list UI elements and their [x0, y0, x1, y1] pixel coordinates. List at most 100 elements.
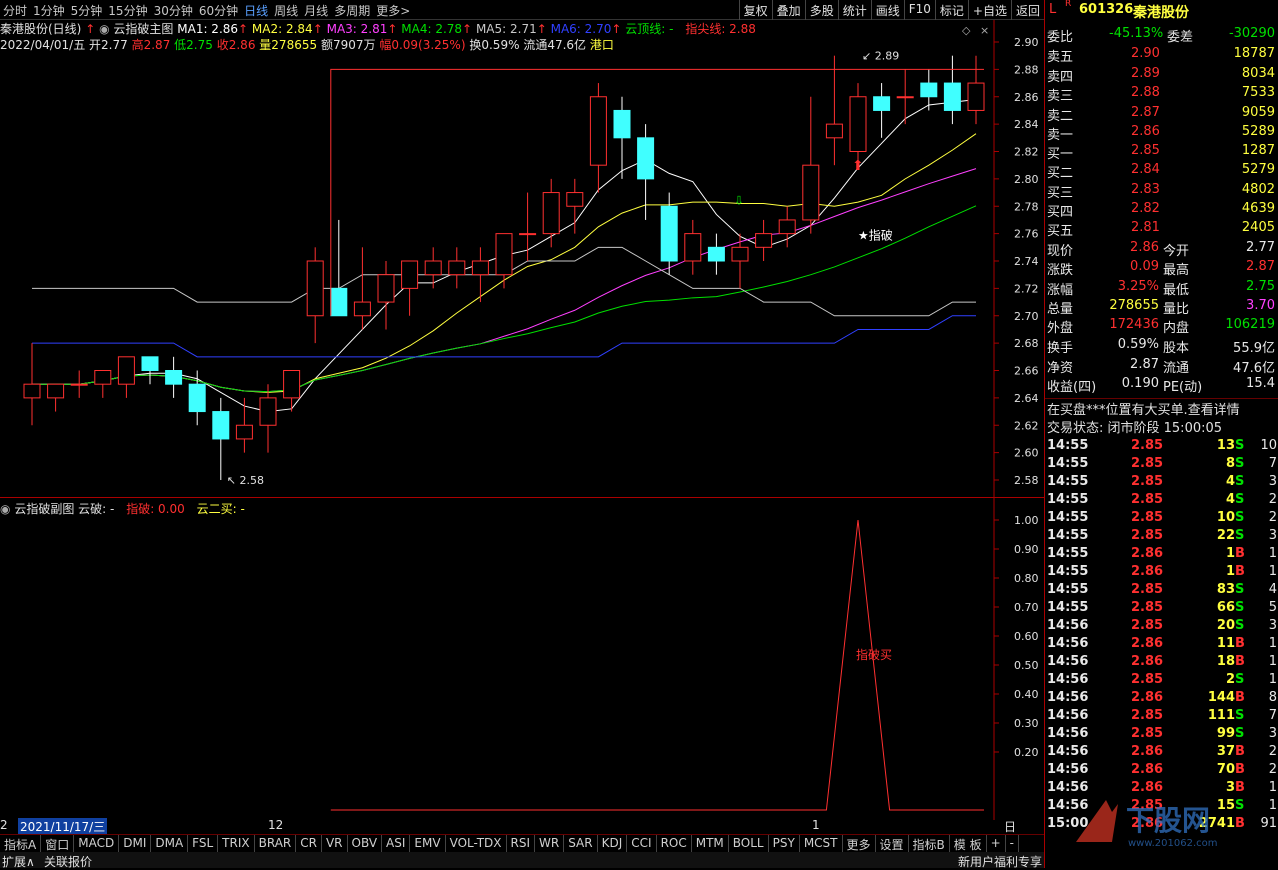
period-tab-7[interactable]: 周线: [271, 0, 301, 21]
tick-volume: 3: [1225, 780, 1235, 795]
tick-row: 14:55 2.85 8 S 7: [1045, 456, 1278, 474]
indicator-tab-1[interactable]: 窗口: [41, 835, 75, 852]
indicator-tab-9[interactable]: VR: [322, 835, 348, 852]
period-tab-10[interactable]: 更多>: [373, 0, 413, 21]
indicator-tab-25[interactable]: 设置: [876, 835, 909, 852]
sub-indicator-chart[interactable]: 1.00 0.90 0.80 0.70 0.60 0.50 0.40 0.30 0.20 指破买: [0, 498, 1044, 820]
candle-up: [967, 82, 985, 111]
indicator-tab-4[interactable]: DMA: [151, 835, 189, 852]
candle-down: [943, 82, 961, 111]
stat-row: 涨幅 3.25% 最低 2.75: [1045, 279, 1278, 298]
indicator-tab-24[interactable]: 更多: [843, 835, 876, 852]
toolbar-button-3[interactable]: 统计: [837, 0, 871, 20]
tick-price: 2.85: [1131, 726, 1164, 741]
indicator-tab-2[interactable]: MACD: [74, 835, 120, 852]
indicator-tab-7[interactable]: BRAR: [255, 835, 297, 852]
indicator-tab-16[interactable]: SAR: [564, 835, 598, 852]
indicator-tab-17[interactable]: KDJ: [598, 835, 628, 852]
indicator-tab-21[interactable]: BOLL: [729, 835, 769, 852]
tick-count: 7: [1268, 708, 1277, 723]
tick-count: 3: [1268, 474, 1277, 489]
toolbar-button-6[interactable]: 标记: [934, 0, 968, 20]
bid-volume: 2405: [1241, 220, 1275, 236]
tick-time: 14:56: [1047, 762, 1089, 777]
toolbar-button-7[interactable]: +自选: [967, 0, 1011, 20]
big-order-notice[interactable]: 在买盘***位置有大买单.查看详情: [1047, 399, 1240, 418]
period-tab-3[interactable]: 15分钟: [105, 0, 150, 21]
notice-row[interactable]: 在买盘***位置有大买单.查看详情: [1045, 398, 1278, 418]
promo-link[interactable]: 新用户福利专享: [958, 853, 1042, 870]
indicator-tab-14[interactable]: RSI: [507, 835, 536, 852]
ask-price: 2.88: [1131, 85, 1160, 100]
tick-row: 14:56 2.86 11 B 1: [1045, 636, 1278, 654]
down-arrow-icon: ⇩: [734, 193, 744, 207]
indicator-tab-13[interactable]: VOL-TDX: [446, 835, 507, 852]
fund-label: 股本: [1163, 341, 1190, 356]
collapse-icon[interactable]: ◉: [0, 502, 10, 516]
indicator-tab-27[interactable]: 模 板: [950, 835, 987, 852]
indicator-tab-15[interactable]: WR: [535, 835, 565, 852]
indicator-tab-0[interactable]: 指标A: [0, 835, 42, 852]
indicator-tab-18[interactable]: CCI: [627, 835, 657, 852]
buy-arrow-icon: ⬆: [852, 158, 864, 174]
period-tab-4[interactable]: 30分钟: [151, 0, 196, 21]
period-tab-0[interactable]: 分时: [0, 0, 30, 21]
indicator-tab-26[interactable]: 指标B: [909, 835, 950, 852]
period-tab-1[interactable]: 1分钟: [30, 0, 68, 21]
indicator-tab-29[interactable]: -: [1006, 835, 1019, 852]
stock-code: 601326: [1079, 2, 1134, 17]
indicator-tab-23[interactable]: MCST: [800, 835, 843, 852]
bid-row: 买二 2.84 5279: [1045, 162, 1278, 181]
indicator-tab-28[interactable]: +: [987, 835, 1006, 852]
toolbar-button-0[interactable]: 复权: [738, 0, 772, 20]
ask-price: 2.89: [1131, 65, 1160, 81]
toolbar-button-5[interactable]: F10: [903, 0, 935, 20]
candle-up: [542, 192, 560, 235]
indicator-tab-22[interactable]: PSY: [769, 835, 800, 852]
indicator-tab-5[interactable]: FSL: [188, 835, 219, 852]
tick-time: 14:56: [1047, 672, 1089, 687]
sub-indicator-name[interactable]: 云指破副图: [14, 502, 74, 516]
toolbar-button-4[interactable]: 画线: [870, 0, 904, 20]
tick-volume: 8: [1225, 456, 1235, 471]
finger-break-value: 指破: 0.00: [126, 502, 185, 516]
candle-up: [235, 424, 253, 440]
period-tab-9[interactable]: 多周期: [331, 0, 373, 21]
indicator-tab-20[interactable]: MTM: [692, 835, 729, 852]
price-tick-label: 2.84: [1014, 118, 1039, 131]
indicator-tab-11[interactable]: ASI: [382, 835, 411, 852]
candle-down: [637, 137, 655, 180]
tick-time: 14:55: [1047, 528, 1089, 543]
toolbar-button-2[interactable]: 多股: [804, 0, 838, 20]
candle-up: [259, 397, 277, 426]
expand-button[interactable]: 扩展∧: [2, 853, 35, 870]
indicator-tab-10[interactable]: OBV: [348, 835, 383, 852]
bid-row: 买三 2.83 4802: [1045, 182, 1278, 201]
tick-row: 14:56 2.85 2 S 1: [1045, 672, 1278, 690]
indicator-tab-6[interactable]: TRIX: [218, 835, 255, 852]
ask-price: 2.90: [1131, 46, 1160, 61]
ask-volume: 18787: [1233, 46, 1275, 61]
indicator-tab-3[interactable]: DMI: [119, 835, 152, 852]
ask-volume: 7533: [1241, 85, 1275, 100]
period-tab-8[interactable]: 月线: [301, 0, 331, 21]
period-tab-2[interactable]: 5分钟: [68, 0, 106, 21]
tick-side: S: [1235, 672, 1245, 687]
candle-up: [778, 219, 796, 235]
toolbar-button-8[interactable]: 返回: [1010, 0, 1044, 20]
tick-side: B: [1235, 690, 1245, 705]
tick-row: 14:55 2.85 4 S 2: [1045, 492, 1278, 510]
tick-count: 5: [1268, 600, 1277, 615]
fund-row: 收益(四) 0.190 PE(动) 15.4: [1045, 376, 1278, 395]
indicator-tab-19[interactable]: ROC: [657, 835, 692, 852]
toolbar-button-1[interactable]: 叠加: [771, 0, 805, 20]
indicator-tab-12[interactable]: EMV: [410, 835, 446, 852]
indicator-tab-8[interactable]: CR: [296, 835, 322, 852]
tick-side: S: [1235, 510, 1245, 525]
related-quote-button[interactable]: 关联报价: [44, 853, 92, 870]
period-tab-5[interactable]: 60分钟: [196, 0, 241, 21]
main-kline-chart[interactable]: 2.90 2.88 2.86 2.84 2.82 2.80 2.78 2.76 2.74 2.72…: [0, 20, 1044, 498]
tick-time: 14:55: [1047, 546, 1089, 561]
period-tab-6[interactable]: 日线: [241, 0, 271, 21]
bid-label: 买四: [1047, 204, 1074, 220]
